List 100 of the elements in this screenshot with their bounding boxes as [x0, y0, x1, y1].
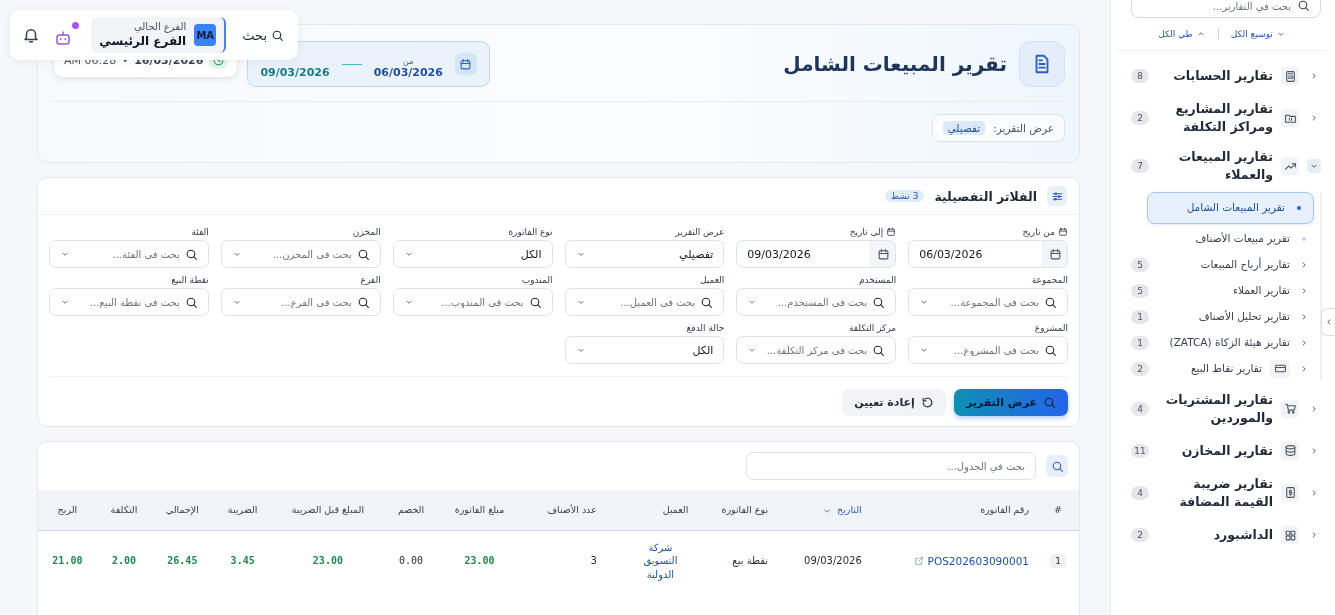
select-field[interactable]: الكل	[392, 240, 553, 268]
active-count-badge: 3 نشط	[884, 190, 925, 202]
column-header[interactable]: رقم الفاتورة	[980, 504, 1029, 516]
column-header[interactable]: الضريبة	[227, 504, 258, 516]
table-search-field[interactable]: بحث في الجدول...	[746, 452, 1036, 480]
search-select-field[interactable]: بحث في المخزن...	[220, 240, 381, 268]
column-header[interactable]: العميل	[662, 504, 689, 516]
search-icon	[1044, 343, 1057, 357]
table-cell: 0.00	[384, 530, 438, 591]
reset-button[interactable]: إعادة تعيين	[842, 389, 946, 416]
view-mode-label: عرض التقرير:	[993, 122, 1054, 134]
search-select-field[interactable]: بحث في المشروع...	[908, 336, 1068, 364]
calendar-icon	[1058, 227, 1068, 237]
table-cell: 21.00	[38, 530, 97, 591]
column-header[interactable]: التكلفة	[110, 504, 138, 516]
search-select-field[interactable]: بحث في مركز التكلفة...	[736, 336, 897, 364]
field-label: الفئة	[191, 227, 209, 237]
table-cell: 2.00	[96, 530, 152, 591]
field-label: حالة الدفع	[686, 323, 725, 333]
table-cell: 23.00	[271, 530, 385, 591]
start-date: 06/03/2026	[373, 66, 443, 79]
date-field[interactable]: 06/03/2026	[908, 240, 1068, 268]
search-button[interactable]: بحث	[238, 27, 288, 43]
field-label: المجموعة	[1031, 275, 1068, 285]
nav-item[interactable]: تقرير المبيعات الشامل	[1147, 191, 1314, 224]
search-select-field[interactable]: بحث في المستخدم...	[736, 288, 897, 316]
select-field[interactable]: الكل	[564, 336, 725, 364]
sliders-icon	[1050, 189, 1064, 203]
calendar-icon	[1048, 247, 1062, 261]
count-badge: 1	[1131, 335, 1149, 350]
card-icon	[1273, 362, 1287, 375]
show-report-button[interactable]: عرض التقرير	[953, 389, 1068, 416]
grid-icon	[1283, 528, 1297, 542]
column-header[interactable]: المبلغ قبل الضريبة	[291, 504, 365, 516]
column-header[interactable]: الإجمالي	[165, 504, 199, 516]
bullet-icon	[1297, 205, 1301, 210]
search-icon	[528, 295, 542, 309]
calculator-icon	[1283, 69, 1297, 83]
customer-link[interactable]: شركة التسويق الدولية	[632, 540, 689, 581]
table-cell: 23.00	[437, 530, 522, 591]
reset-icon	[920, 396, 934, 409]
timestamp-time: AM 06:28	[64, 53, 117, 67]
column-header[interactable]: نوع الفاتورة	[721, 504, 769, 516]
expand-all-link[interactable]: توسيع الكل	[1230, 29, 1286, 39]
column-header[interactable]: الخصم	[397, 504, 425, 516]
collapse-all-link[interactable]: طي الكل	[1158, 29, 1206, 39]
column-header[interactable]: عدد الأصناف	[547, 504, 597, 516]
count-badge: 8	[1131, 69, 1149, 83]
select-field[interactable]: تفصيلي	[564, 240, 725, 268]
table-cell: 26.45	[151, 530, 214, 591]
timestamp-date: 16/03/2026	[134, 53, 204, 67]
field-label: المشروع	[1034, 323, 1068, 333]
date-field[interactable]: 09/03/2026	[736, 240, 897, 268]
search-icon	[872, 343, 886, 357]
filters-title: الفلاتر التفصيلية	[934, 188, 1037, 204]
separator-dot: •	[122, 54, 129, 66]
search-select-field[interactable]: بحث في المجموعة...	[908, 288, 1068, 316]
column-header[interactable]: #	[1054, 504, 1062, 516]
database-icon	[1283, 444, 1297, 458]
search-icon	[1043, 396, 1056, 409]
field-label: نقطة البيع	[171, 275, 209, 285]
row-number: 1	[1050, 553, 1066, 568]
view-mode-tag: تفصيلي	[942, 121, 986, 135]
field-label: إلى تاريخ	[849, 227, 884, 237]
count-badge: 7	[1131, 159, 1149, 174]
column-header[interactable]: التاريخ	[837, 504, 862, 515]
search-icon	[1050, 459, 1064, 473]
count-badge: 4	[1131, 485, 1149, 500]
robot-icon	[54, 28, 73, 47]
field-label: العميل	[700, 275, 725, 285]
invoice-link[interactable]: POS202603090001	[913, 554, 1029, 567]
field-label: المخزن	[352, 227, 381, 237]
nav-item[interactable]: تقرير مبيعات الأصناف	[1131, 227, 1320, 250]
search-button[interactable]	[1046, 455, 1068, 477]
dollar-document-icon	[1283, 486, 1297, 500]
search-select-field[interactable]: بحث في نقطة البيع...	[49, 288, 209, 316]
search-icon	[356, 295, 370, 309]
count-badge: 4	[1131, 401, 1149, 416]
search-icon	[184, 295, 198, 309]
search-field[interactable]: بحث في التقارير...	[1131, 0, 1321, 18]
notifications-button[interactable]	[22, 26, 41, 44]
column-header[interactable]: الربح	[57, 504, 78, 516]
search-select-field[interactable]: بحث في الفرع...	[220, 288, 381, 316]
search-select-field[interactable]: بحث في المندوب...	[392, 288, 553, 316]
search-icon	[700, 295, 714, 309]
search-icon	[1297, 0, 1310, 12]
field-label: عرض التقرير	[675, 227, 725, 237]
table-cell: نقطة بيع	[696, 530, 777, 591]
bullet-icon	[1302, 236, 1306, 241]
bell-icon	[22, 26, 41, 44]
table-cell: 09/03/2026	[776, 530, 870, 591]
external-link-icon	[913, 555, 924, 566]
field-label: نوع الفاتورة	[508, 227, 553, 237]
report-title: تقرير المبيعات الشامل	[782, 52, 1007, 76]
field-label: الفرع	[360, 275, 381, 285]
search-select-field[interactable]: بحث في الفئة...	[49, 240, 209, 268]
column-header[interactable]: مبلغ الفاتورة	[454, 504, 505, 516]
search-icon	[184, 247, 198, 261]
search-select-field[interactable]: بحث في العميل...	[564, 288, 725, 316]
end-date: 09/03/2026	[260, 66, 330, 79]
